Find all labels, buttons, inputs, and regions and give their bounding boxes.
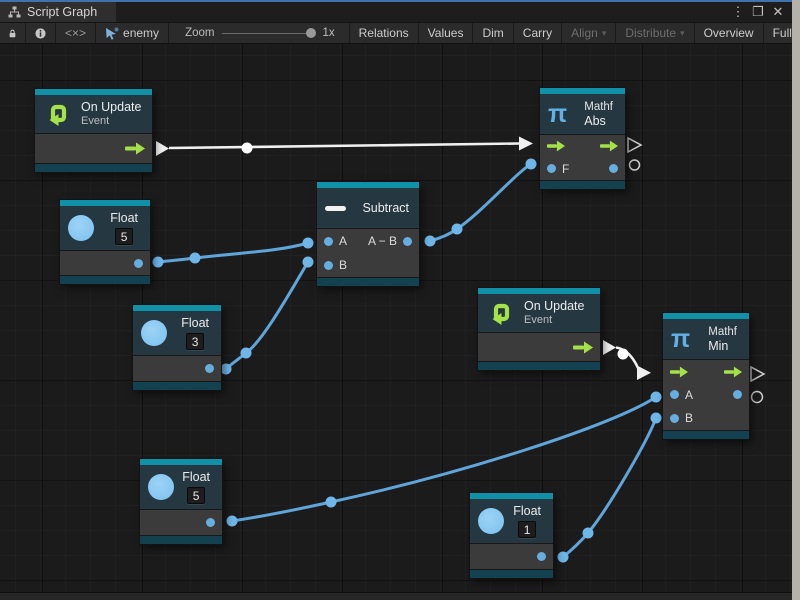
toolbar: <×> enemy Zoom 1x Relations Values Dim C… — [0, 22, 792, 44]
toolbar-button-values[interactable]: Values — [419, 23, 474, 43]
value-input-port-f[interactable] — [547, 164, 556, 173]
float-value-input[interactable]: 5 — [187, 487, 206, 504]
node-float-1[interactable]: Float 1 — [470, 493, 553, 578]
value-output-port[interactable] — [205, 364, 214, 373]
subtract-icon — [325, 206, 346, 211]
toolbar-button-dim[interactable]: Dim — [473, 23, 513, 43]
toolbar-button-distribute: Distribute ▾ — [616, 23, 694, 43]
node-float-3[interactable]: Float 3 — [133, 305, 221, 390]
flow-input-arrow-icon[interactable] — [547, 140, 565, 152]
float-value-input[interactable]: 1 — [518, 521, 537, 538]
script-graph-window: Script Graph ⋮ ❐ ✕ <×> — [0, 0, 800, 600]
value-output-port[interactable] — [537, 552, 546, 561]
zoom-value: 1x — [322, 27, 334, 39]
value-output-port[interactable] — [206, 518, 215, 527]
float-icon — [141, 320, 167, 346]
toolbar-button-relations[interactable]: Relations — [350, 23, 419, 43]
node-mathf-abs[interactable]: π Mathf Abs F — [540, 88, 625, 189]
node-title: Float — [181, 316, 209, 331]
node-float-5a[interactable]: Float 5 — [60, 200, 150, 284]
zoom-slider-handle[interactable] — [306, 28, 316, 38]
graph-cursor-icon — [105, 27, 119, 40]
graph-icon — [8, 6, 21, 18]
mathf-pi-icon: π — [671, 326, 690, 352]
flow-output-arrow-icon[interactable] — [125, 142, 145, 155]
graph-breadcrumb[interactable]: enemy — [96, 23, 169, 43]
window-focus-line — [0, 0, 792, 2]
value-output-port[interactable] — [609, 164, 618, 173]
value-output-port[interactable] — [134, 259, 143, 268]
node-subtract[interactable]: Subtract A A − B B — [317, 182, 419, 286]
node-title: Abs — [584, 114, 613, 129]
node-on-update-1[interactable]: On Update Event — [35, 89, 152, 172]
node-title: On Update — [81, 100, 141, 115]
breadcrumb-label: enemy — [123, 26, 159, 40]
node-title: Float — [182, 470, 210, 485]
float-icon — [68, 215, 94, 241]
flow-output-arrow-icon[interactable] — [600, 140, 618, 152]
port-label-a: A — [685, 388, 693, 402]
bottom-edge-strip — [0, 592, 792, 600]
port-label-b: B — [339, 258, 347, 272]
info-icon — [35, 27, 46, 40]
zoom-slider-track — [222, 33, 314, 35]
lock-icon — [9, 27, 16, 40]
flow-input-arrow-icon[interactable] — [670, 366, 688, 378]
node-float-5b[interactable]: Float 5 — [140, 459, 222, 544]
window-titlebar: Script Graph ⋮ ❐ ✕ — [0, 2, 792, 22]
node-category: Mathf — [584, 100, 613, 114]
node-on-update-2[interactable]: On Update Event — [478, 288, 600, 370]
node-mathf-min[interactable]: π Mathf Min A B — [663, 313, 749, 439]
port-label-a: A — [339, 234, 347, 248]
info-button[interactable] — [26, 23, 56, 43]
value-input-port-a[interactable] — [324, 237, 333, 246]
code-view-button[interactable]: <×> — [56, 23, 96, 43]
flow-output-arrow-icon[interactable] — [724, 366, 742, 378]
tab-script-graph[interactable]: Script Graph — [0, 2, 116, 22]
code-view-label: <×> — [65, 26, 86, 40]
value-input-port-b[interactable] — [670, 414, 679, 423]
lock-button[interactable] — [0, 23, 26, 43]
value-output-port[interactable] — [403, 237, 412, 246]
port-label-out: A − B — [368, 234, 397, 248]
node-title: On Update — [524, 299, 584, 314]
flow-output-arrow-icon[interactable] — [573, 341, 593, 354]
node-title: Subtract — [362, 201, 411, 216]
node-title: Min — [708, 339, 737, 354]
float-icon — [148, 474, 174, 500]
float-value-input[interactable]: 5 — [115, 228, 134, 245]
close-icon[interactable]: ✕ — [770, 3, 786, 21]
float-icon — [478, 508, 504, 534]
event-icon — [43, 99, 73, 129]
right-edge-strip — [792, 0, 800, 600]
chevron-down-icon: ▾ — [680, 28, 685, 39]
node-title: Float — [513, 504, 541, 519]
value-output-port[interactable] — [733, 390, 742, 399]
window-controls: ⋮ ❐ ✕ — [730, 2, 792, 22]
zoom-slider[interactable] — [222, 27, 314, 39]
mathf-pi-icon: π — [548, 101, 567, 127]
maximize-icon[interactable]: ❐ — [750, 3, 766, 21]
toolbar-button-overview[interactable]: Overview — [695, 23, 764, 43]
node-category: Mathf — [708, 325, 737, 339]
value-input-port-a[interactable] — [670, 390, 679, 399]
node-title: Float — [110, 211, 138, 226]
node-subtitle: Event — [81, 115, 141, 128]
kebab-menu-icon[interactable]: ⋮ — [730, 3, 746, 21]
tab-title: Script Graph — [27, 5, 97, 19]
port-label-f: F — [562, 162, 569, 176]
event-icon — [486, 298, 516, 328]
node-subtitle: Event — [524, 314, 584, 327]
float-value-input[interactable]: 3 — [186, 333, 205, 350]
zoom-label: Zoom — [185, 27, 214, 39]
toolbar-button-carry[interactable]: Carry — [514, 23, 562, 43]
value-input-port-b[interactable] — [324, 261, 333, 270]
toolbar-button-align: Align ▾ — [562, 23, 616, 43]
zoom-control: Zoom 1x — [169, 23, 350, 43]
chevron-down-icon: ▾ — [602, 28, 607, 39]
port-label-b: B — [685, 411, 693, 425]
